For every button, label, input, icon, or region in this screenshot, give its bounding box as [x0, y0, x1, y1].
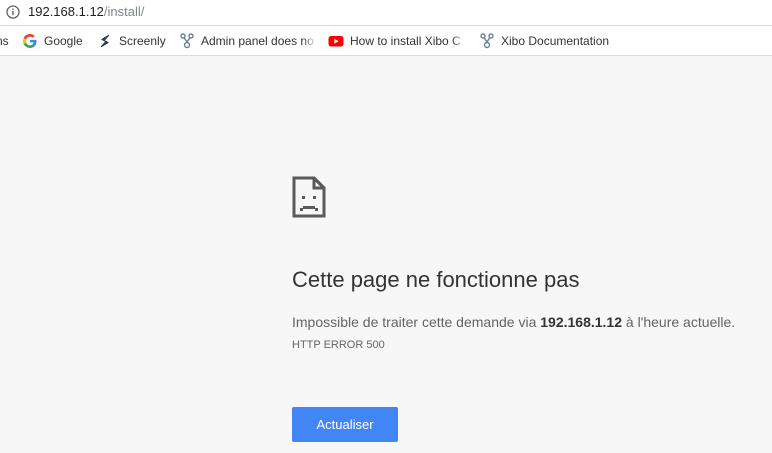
error-code: HTTP ERROR 500: [292, 339, 385, 351]
bookmark-apps[interactable]: ns: [0, 32, 10, 50]
url-text[interactable]: 192.168.1.12/install/: [28, 4, 144, 20]
screenly-icon: [100, 34, 110, 48]
xibo-icon: [180, 33, 194, 49]
bookmark-xibo-docs[interactable]: Xibo Documentation: [479, 32, 619, 50]
reload-button[interactable]: Actualiser: [292, 407, 398, 442]
url-path: /install/: [103, 4, 145, 19]
url-host: 192.168.1.12: [28, 4, 104, 19]
browser-window: 192.168.1.12/install/ ns Google Screenly: [0, 0, 772, 453]
sad-page-icon: [292, 176, 326, 218]
address-bar[interactable]: 192.168.1.12/install/: [0, 0, 772, 26]
bookmark-fade: [452, 32, 466, 50]
bookmark-google[interactable]: Google: [22, 32, 86, 50]
youtube-icon: [328, 36, 344, 47]
error-desc-after: à l'heure actuelle.: [622, 314, 736, 330]
bookmark-admin-panel[interactable]: Admin panel does no: [179, 32, 317, 50]
error-desc-before: Impossible de traiter cette demande via: [292, 314, 541, 330]
bookmark-how-to-install[interactable]: How to install Xibo C: [328, 32, 466, 50]
error-title: Cette page ne fonctionne pas: [292, 267, 580, 292]
error-description: Impossible de traiter cette demande via …: [292, 312, 735, 332]
bookmark-label: Screenly: [119, 34, 166, 48]
bookmark-label: How to install Xibo C: [350, 34, 461, 48]
xibo-icon: [480, 33, 494, 49]
google-icon: [23, 34, 37, 48]
bookmark-fade: [303, 32, 317, 50]
bookmark-label: Google: [44, 34, 83, 48]
bookmark-screenly[interactable]: Screenly: [97, 32, 169, 50]
bookmarks-bar: ns Google Screenly Admin p: [0, 26, 772, 56]
info-icon[interactable]: [6, 5, 20, 19]
bookmark-label: Xibo Documentation: [501, 34, 610, 48]
bookmark-label: ns: [0, 34, 9, 48]
error-desc-host: 192.168.1.12: [540, 314, 622, 330]
bookmark-label: Admin panel does no: [201, 34, 314, 48]
